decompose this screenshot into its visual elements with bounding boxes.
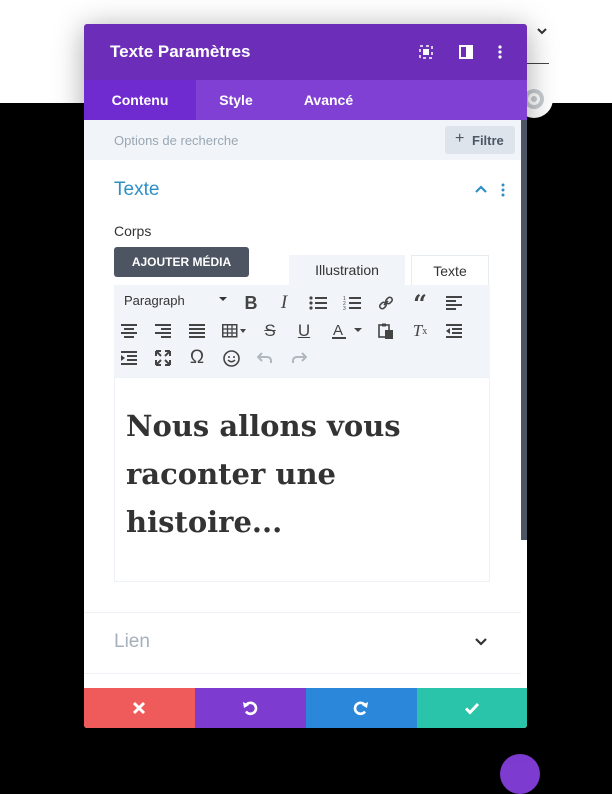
underline-icon[interactable]: U: [293, 320, 315, 342]
clear-formatting-icon[interactable]: Tx: [409, 320, 431, 342]
section-title-lien[interactable]: Lien: [114, 631, 150, 653]
align-right-icon[interactable]: [152, 320, 174, 342]
floating-action-button[interactable]: [500, 754, 540, 794]
chevron-up-icon[interactable]: [474, 184, 488, 194]
search-bar[interactable]: Options de recherche + Filtre: [84, 120, 521, 160]
modal-footer: [84, 688, 527, 728]
more-vertical-icon[interactable]: [500, 183, 506, 197]
redo-icon: [353, 701, 368, 716]
fullscreen-icon[interactable]: [152, 347, 174, 369]
close-icon: [132, 701, 146, 715]
undo-icon[interactable]: [254, 347, 276, 369]
link-icon[interactable]: [375, 292, 397, 314]
chevron-down-icon[interactable]: [535, 24, 549, 38]
tab-style[interactable]: Style: [196, 80, 276, 120]
numbered-list-icon[interactable]: 123: [341, 292, 363, 314]
italic-icon[interactable]: I: [273, 292, 295, 314]
tab-contenu[interactable]: Contenu: [84, 80, 196, 120]
align-center-icon[interactable]: [118, 320, 140, 342]
background-divider: [527, 63, 549, 64]
caret-down-icon[interactable]: [218, 294, 228, 304]
indent-icon[interactable]: [118, 347, 140, 369]
section-divider: [84, 673, 521, 674]
text-color-icon[interactable]: A: [327, 320, 367, 342]
special-character-icon[interactable]: Ω: [186, 347, 208, 369]
modal-title: Texte Paramètres: [110, 42, 251, 61]
svg-text:A: A: [333, 322, 343, 339]
split-view-icon[interactable]: [458, 44, 474, 60]
tab-avance[interactable]: Avancé: [276, 80, 381, 120]
editor-content-area[interactable]: Nous allons vous raconter une histoire..…: [114, 377, 490, 582]
editor-tab-text[interactable]: Texte: [411, 255, 489, 285]
editor-toolbar: Paragraph B I 123 “ S U A T x Ω: [114, 285, 490, 377]
align-left-icon[interactable]: [443, 292, 465, 314]
strikethrough-icon[interactable]: S: [259, 320, 281, 342]
filter-label: Filtre: [472, 133, 504, 148]
bullet-list-icon[interactable]: [307, 292, 329, 314]
body-label: Corps: [114, 223, 152, 239]
scrollbar[interactable]: [521, 120, 527, 540]
expand-icon[interactable]: [418, 44, 434, 60]
more-vertical-icon[interactable]: [492, 44, 508, 60]
table-icon[interactable]: [220, 320, 250, 342]
undo-icon: [243, 701, 258, 716]
filter-button[interactable]: + Filtre: [445, 126, 515, 154]
redo-icon[interactable]: [288, 347, 310, 369]
check-icon: [464, 702, 480, 715]
emoji-icon[interactable]: [220, 347, 242, 369]
settings-modal: Texte Paramètres Contenu Style Avancé Op…: [84, 24, 527, 728]
outdent-icon[interactable]: [443, 320, 465, 342]
undo-button[interactable]: [195, 688, 306, 728]
save-button[interactable]: [417, 688, 527, 728]
align-justify-icon[interactable]: [186, 320, 208, 342]
modal-header: Texte Paramètres: [84, 24, 527, 80]
plus-icon: +: [455, 130, 465, 147]
editor-tab-visual[interactable]: Illustration: [289, 255, 405, 285]
redo-button[interactable]: [306, 688, 417, 728]
chevron-down-icon[interactable]: [474, 637, 488, 647]
cancel-button[interactable]: [84, 688, 195, 728]
format-select[interactable]: Paragraph: [124, 293, 185, 308]
section-title-texte[interactable]: Texte: [114, 179, 159, 201]
section-divider: [84, 612, 521, 613]
add-media-button[interactable]: AJOUTER MÉDIA: [114, 247, 249, 277]
blockquote-icon[interactable]: “: [409, 289, 431, 318]
bold-icon[interactable]: B: [240, 292, 262, 314]
modal-tabs: Contenu Style Avancé: [84, 80, 527, 120]
search-input[interactable]: Options de recherche: [114, 133, 238, 148]
editor-content-heading[interactable]: Nous allons vous raconter une histoire..…: [126, 402, 466, 546]
svg-text:3: 3: [343, 306, 346, 311]
paste-text-icon[interactable]: [375, 320, 397, 342]
